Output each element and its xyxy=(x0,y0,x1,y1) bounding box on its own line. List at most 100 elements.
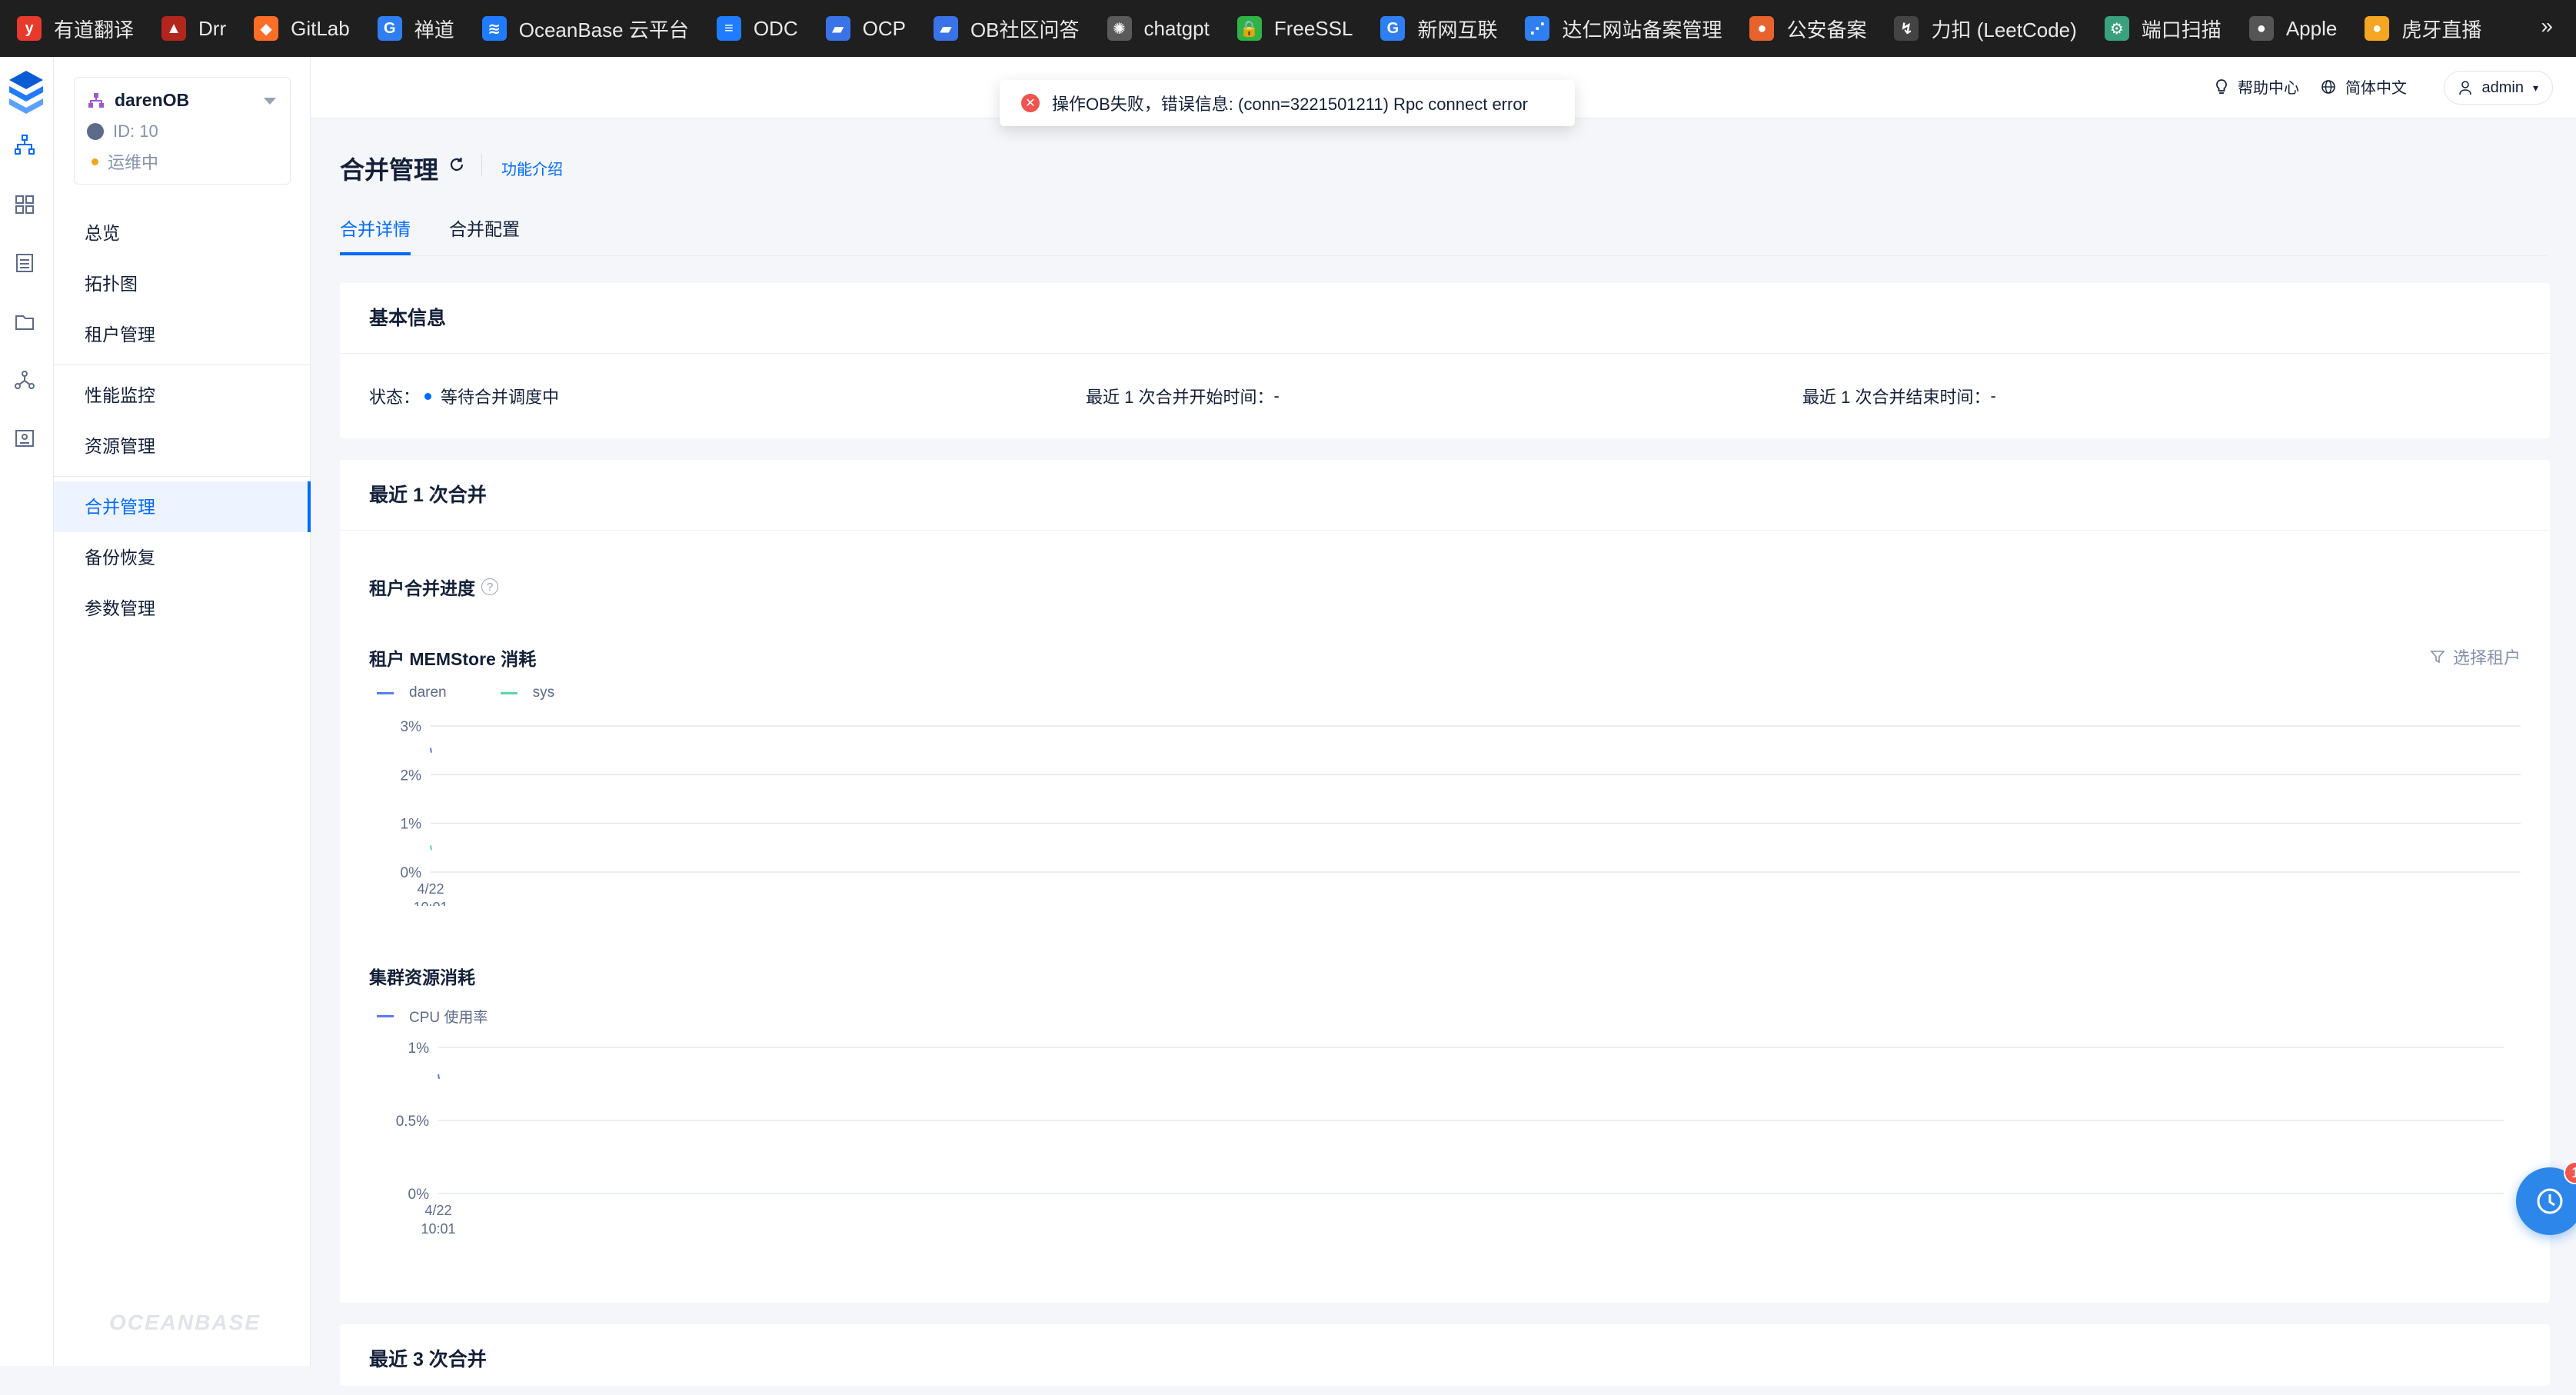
bookmark-label: OB社区问答 xyxy=(970,18,1080,42)
odc-icon: ≡ xyxy=(716,16,741,41)
y-tick-label: 3% xyxy=(401,719,422,735)
bookmark-label: FreeSSL xyxy=(1273,16,1353,40)
brand-footer: OCEANBASE xyxy=(109,1310,261,1334)
cluster-name: darenOB xyxy=(115,90,190,110)
y-tick-label: 0% xyxy=(401,865,422,881)
cluster-selector[interactable]: darenOB ID: 10 运维中 xyxy=(74,77,291,185)
y-tick-label: 0% xyxy=(408,1187,430,1203)
last-end-label: 最近 1 次合并结束时间： xyxy=(1802,388,1991,407)
last-end-field: 最近 1 次合并结束时间： - xyxy=(1802,384,2519,408)
last-start-label: 最近 1 次合并开始时间： xyxy=(1086,388,1274,407)
legend-item-daren[interactable]: daren xyxy=(377,684,447,701)
sidebar-item-topology[interactable]: 拓扑图 xyxy=(54,258,311,309)
bookmark-gear[interactable]: ⚙ 端口扫描 xyxy=(2104,15,2222,43)
icon-rail xyxy=(0,57,54,1366)
recent-compaction-title: 最近 1 次合并 xyxy=(340,460,2550,531)
chevron-down-icon[interactable] xyxy=(264,98,276,105)
lock-icon: 🔒 xyxy=(1236,16,1262,41)
feature-intro-link[interactable]: 功能介绍 xyxy=(501,157,563,179)
bookmarks-bar: y 有道翻译 ▲ Drr ◆ GitLab G 禅道 ≋ OceanBase 云平台 ≡ ODC ▰ OC… xyxy=(0,0,2576,57)
sidebar-item-parameters[interactable]: 参数管理 xyxy=(54,583,311,634)
error-toast: ✕ 操作OB失败，错误信息: (conn=3221501211) Rpc con… xyxy=(1000,80,1575,126)
topology-nav-icon[interactable] xyxy=(14,134,35,155)
legend-item-cpu[interactable]: CPU 使用率 xyxy=(377,1006,488,1027)
help-center-label: 帮助中心 xyxy=(2238,80,2299,97)
sidebar-item-backup[interactable]: 备份恢复 xyxy=(54,532,311,583)
tab-compaction-config[interactable]: 合并配置 xyxy=(449,209,520,255)
memstore-chart: 0% 1% 2% 3% 4/2210:01 xyxy=(401,719,2521,906)
filter-icon xyxy=(2430,651,2445,664)
last-start-value: - xyxy=(1273,386,1280,405)
tab-compaction-details[interactable]: 合并详情 xyxy=(340,209,411,255)
x-tick-label: 4/2210:01 xyxy=(413,881,448,906)
bookmark-label: OceanBase 云平台 xyxy=(518,18,689,42)
bookmark-ob-community[interactable]: ▰ OB社区问答 xyxy=(933,15,1080,43)
legend-item-sys[interactable]: sys xyxy=(500,684,555,701)
recent-compaction-card: 最近 1 次合并 租户合并进度 ? 租户 MEMStore 消耗 选择租户 da… xyxy=(340,460,2550,1303)
gitlab-icon: ◆ xyxy=(254,16,279,41)
list-nav-icon[interactable] xyxy=(14,252,35,274)
sidebar-item-compaction[interactable]: 合并管理 xyxy=(54,481,311,532)
memstore-legend: daren sys xyxy=(377,684,608,701)
status-dot xyxy=(92,158,98,165)
xinnet-icon: G xyxy=(1380,16,1406,41)
bookmark-xinnet[interactable]: G 新网互联 xyxy=(1380,15,1497,43)
language-switch[interactable]: 简体中文 xyxy=(2321,75,2407,98)
last-end-value: - xyxy=(1990,386,1996,405)
sidebar-item-resources[interactable]: 资源管理 xyxy=(54,421,311,471)
resource-legend: CPU 使用率 xyxy=(377,1006,541,1027)
select-tenant-button[interactable]: 选择租户 xyxy=(2430,644,2521,669)
help-icon[interactable]: ? xyxy=(481,578,498,595)
history-float-button[interactable]: 1 xyxy=(2516,1161,2576,1235)
refresh-icon[interactable] xyxy=(448,155,466,174)
legend-label: daren xyxy=(409,684,447,701)
sidebar-item-performance[interactable]: 性能监控 xyxy=(54,370,311,421)
bookmark-leetcode[interactable]: ↯ 力扣 (LeetCode) xyxy=(1894,15,2077,43)
bookmark-gitlab[interactable]: ◆ GitLab xyxy=(254,16,350,41)
bookmark-label: Apple xyxy=(2285,16,2338,40)
bookmark-huya[interactable]: ● 虎牙直播 xyxy=(2365,15,2481,43)
bookmark-lock[interactable]: 🔒 FreeSSL xyxy=(1236,16,1353,41)
bookmark-label: 禅道 xyxy=(414,18,454,42)
bookmark-police[interactable]: ● 公安备案 xyxy=(1749,15,1866,43)
bookmark-ocp[interactable]: ▰ OCP xyxy=(825,16,906,41)
bookmark-daren[interactable]: ⋰ 达仁网站备案管理 xyxy=(1525,15,1722,43)
y-tick-label: 2% xyxy=(401,767,422,784)
huya-icon: ● xyxy=(2365,16,2390,41)
help-center-link[interactable]: 帮助中心 xyxy=(2215,75,2299,98)
bookmark-youdao[interactable]: y 有道翻译 xyxy=(17,15,134,43)
more-bookmarks-icon[interactable]: » xyxy=(2541,14,2553,38)
bookmark-label: 端口扫描 xyxy=(2141,18,2222,42)
folder-nav-icon[interactable] xyxy=(14,311,35,332)
cluster-resource-title: 集群资源消耗 xyxy=(369,967,475,987)
title-divider xyxy=(481,154,482,175)
legend-label: sys xyxy=(532,684,555,701)
grid-nav-icon[interactable] xyxy=(14,194,35,215)
status-dot xyxy=(424,392,432,400)
gear-icon: ⚙ xyxy=(2104,16,2129,41)
daren-icon: ⋰ xyxy=(1525,16,1550,41)
cluster-icon xyxy=(88,92,104,108)
bookmark-zentao[interactable]: G 禅道 xyxy=(377,15,454,43)
oceanbase-logo-icon[interactable] xyxy=(3,68,49,117)
bookmark-odc[interactable]: ≡ ODC xyxy=(716,16,798,41)
bookmark-chatgpt[interactable]: ✺ chatgpt xyxy=(1107,16,1210,41)
monitor-nav-icon[interactable] xyxy=(14,428,35,449)
select-tenant-label: 选择租户 xyxy=(2452,648,2521,668)
basic-info-title: 基本信息 xyxy=(340,283,2550,354)
cluster-status: 运维中 xyxy=(108,153,159,172)
clock-icon xyxy=(2537,1188,2563,1214)
bookmark-drr[interactable]: ▲ Drr xyxy=(161,16,226,41)
tab-bar: 合并详情 合并配置 xyxy=(340,209,558,255)
sidebar-item-overview[interactable]: 总览 xyxy=(54,208,311,258)
bookmark-oceanbase[interactable]: ≋ OceanBase 云平台 xyxy=(481,15,689,43)
sidebar-item-tenants[interactable]: 租户管理 xyxy=(54,309,311,360)
user-menu[interactable]: admin ▾ xyxy=(2444,71,2553,105)
network-nav-icon[interactable] xyxy=(14,369,35,391)
bookmark-label: 虎牙直播 xyxy=(2401,18,2482,42)
bookmark-label: GitLab xyxy=(291,16,350,40)
bookmark-label: ODC xyxy=(753,16,798,40)
bookmark-apple[interactable]: ● Apple xyxy=(2248,16,2338,41)
bookmark-label: 力扣 (LeetCode) xyxy=(1931,18,2077,42)
ocp-icon: ▰ xyxy=(825,16,850,41)
